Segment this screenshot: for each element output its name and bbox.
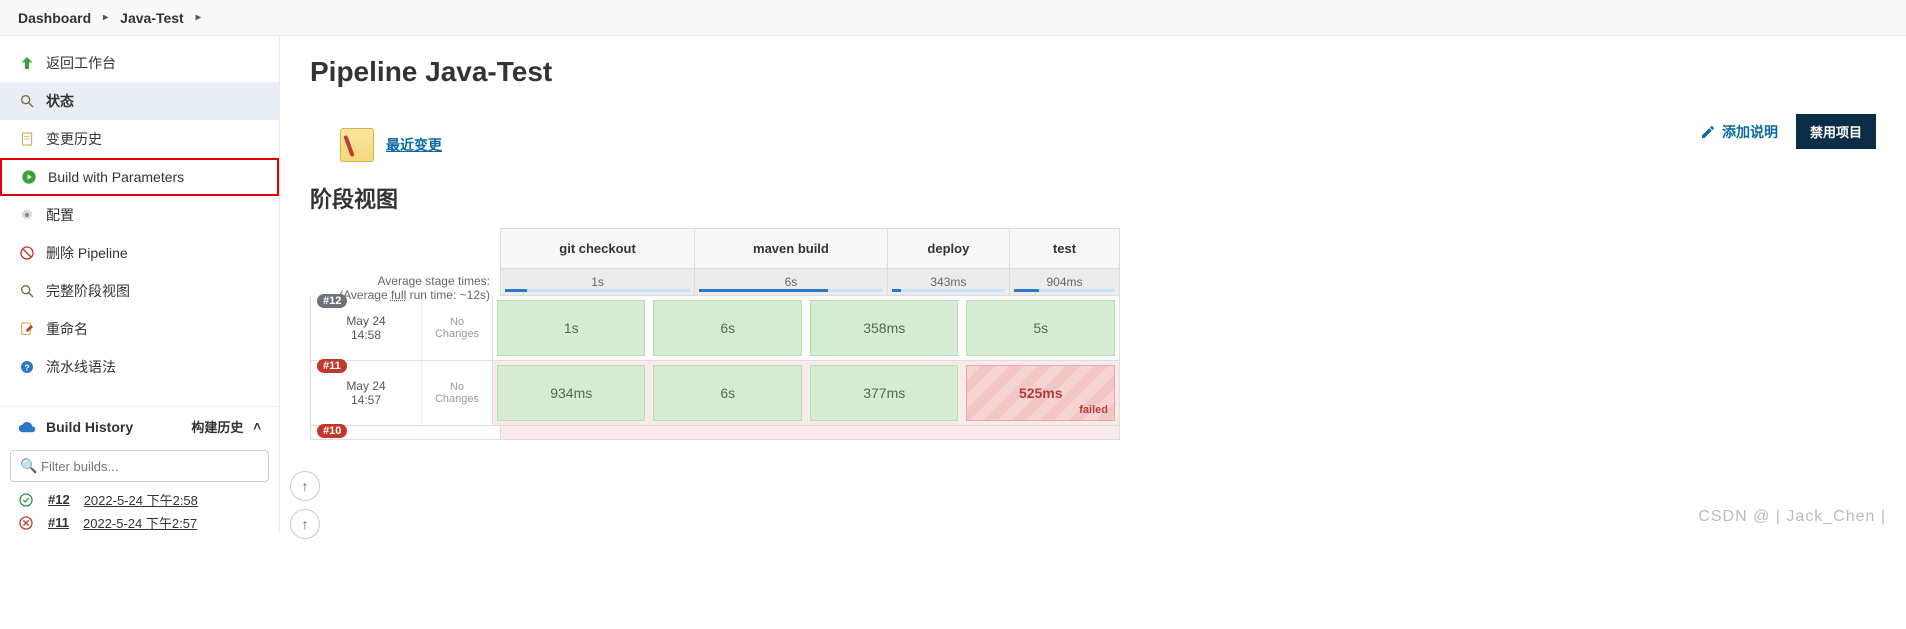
sidebar-item-label: 返回工作台 [46,53,116,73]
filter-builds-input[interactable] [10,450,269,482]
search-icon [18,92,36,110]
add-description-link[interactable]: 添加说明 [1700,122,1778,142]
sidebar-item-label: 重命名 [46,319,88,339]
status-ok-icon [18,492,34,508]
play-green-icon [20,168,38,186]
sidebar-item-rename[interactable]: 重命名 [0,310,279,348]
search-icon [18,282,36,300]
help-icon: ? [18,358,36,376]
sidebar-item-full-stage[interactable]: 完整阶段视图 [0,272,279,310]
stage-run-row: #10 [310,426,1120,440]
build-number-link[interactable]: #12 [48,492,70,507]
recent-changes: 最近变更 [340,128,1876,162]
sidebar-item-label: 状态 [46,91,74,111]
recent-changes-link[interactable]: 最近变更 [386,135,442,155]
stage-run-row: #12May 2414:58NoChanges1s6s358ms5s [310,296,1120,361]
page-title: Pipeline Java-Test [310,56,1876,88]
stage-run-row: #11May 2414:57NoChanges934ms6s377ms525ms… [310,361,1120,426]
run-badge[interactable]: #12 [317,294,347,308]
sidebar-item-label: 删除 Pipeline [46,243,128,263]
build-time-link[interactable]: 2022-5-24 下午2:57 [83,513,197,532]
stage-cell[interactable]: 934ms [497,365,646,421]
chevron-right-icon: ▸ [196,12,201,23]
scroll-up-button[interactable]: ↑ [290,509,320,539]
search-icon: 🔍 [20,458,37,475]
run-badge[interactable]: #10 [317,426,347,438]
stage-cell[interactable]: 1s [497,300,646,356]
sidebar-item-syntax[interactable]: ? 流水线语法 [0,348,279,386]
stage-cell[interactable]: 6s [653,365,802,421]
stage-column-header: maven build [695,229,888,269]
add-description-label: 添加说明 [1722,122,1778,142]
sidebar-item-label: 变更历史 [46,129,102,149]
stage-cell[interactable]: 525msfailed [966,365,1115,421]
sidebar-item-changes[interactable]: 变更历史 [0,120,279,158]
sidebar-item-label: Build with Parameters [48,169,184,185]
doc-icon [18,130,36,148]
sidebar-item-delete[interactable]: 删除 Pipeline [0,234,279,272]
avg-stage-cell: 904ms [1009,269,1119,296]
sidebar-item-build-params[interactable]: Build with Parameters [0,158,279,196]
avg-stage-cell: 1s [501,269,695,296]
stage-cell[interactable]: 6s [653,300,802,356]
disable-project-button[interactable]: 禁用项目 [1796,114,1876,149]
run-changes: NoChanges [422,296,492,360]
stage-view-table: git checkoutmaven builddeploytest 1s6s34… [500,228,1120,296]
stage-view-title: 阶段视图 [310,182,1876,214]
cloud-icon [18,418,36,436]
stage-cell[interactable]: 358ms [810,300,959,356]
svg-text:?: ? [24,362,29,372]
main-content: Pipeline Java-Test 添加说明 禁用项目 最近变更 阶段视图 g… [280,36,1906,534]
breadcrumb: Dashboard ▸ Java-Test ▸ [0,0,1906,36]
gear-icon [18,206,36,224]
stage-column-header: git checkout [501,229,695,269]
sidebar-item-config[interactable]: 配置 [0,196,279,234]
stage-cell[interactable]: 5s [966,300,1115,356]
stage-column-header: test [1009,229,1119,269]
breadcrumb-item-project[interactable]: Java-Test [120,10,184,26]
sidebar-item-status[interactable]: 状态 [0,82,279,120]
sidebar: 返回工作台状态变更历史 Build with Parameters 配置删除 Pip… [0,36,280,534]
avg-stage-cell: 343ms [887,269,1009,296]
no-entry-icon [18,244,36,262]
pencil-icon [1700,124,1716,140]
status-fail-icon [18,515,34,531]
chevron-right-icon: ▸ [103,12,108,23]
stage-column-header: deploy [887,229,1009,269]
build-history-trend-link[interactable]: 构建历史 [191,417,243,436]
doc-edit-icon [18,320,36,338]
run-badge[interactable]: #11 [317,359,347,373]
watermark: CSDN @ | Jack_Chen | [1698,508,1886,526]
build-history-row: #11 2022-5-24 下午2:57 [0,511,279,534]
run-changes: NoChanges [422,361,492,425]
sidebar-item-back[interactable]: 返回工作台 [0,44,279,82]
breadcrumb-item-dashboard[interactable]: Dashboard [18,10,91,26]
build-number-link[interactable]: #11 [48,515,69,530]
scroll-arrows: ↑ ↑ [290,471,320,539]
notepad-icon [340,128,374,162]
stage-cell[interactable]: 377ms [810,365,959,421]
sidebar-item-label: 完整阶段视图 [46,281,130,301]
build-history-title: Build History [46,419,133,435]
build-history-row: #12 2022-5-24 下午2:58 [0,488,279,511]
chevron-up-icon: ˄ [253,419,261,434]
build-history-header[interactable]: Build History 构建历史 ˄ [0,406,279,444]
up-arrow-green-icon [18,54,36,72]
avg-stage-cell: 6s [695,269,888,296]
sidebar-item-label: 配置 [46,205,74,225]
sidebar-item-label: 流水线语法 [46,357,116,377]
scroll-top-button[interactable]: ↑ [290,471,320,501]
build-time-link[interactable]: 2022-5-24 下午2:58 [84,490,198,509]
